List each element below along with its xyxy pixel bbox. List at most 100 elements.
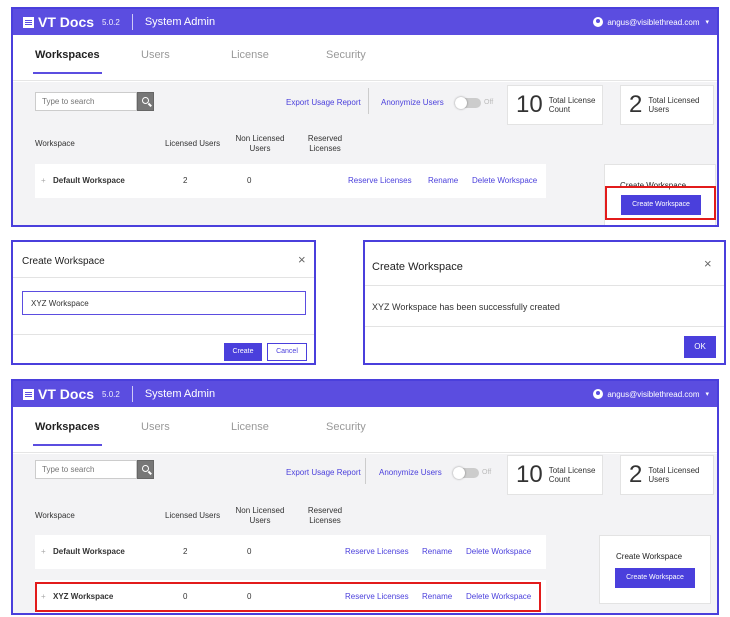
divider [131,14,133,30]
anonymize-users-label: Anonymize Users [379,468,442,477]
section-title: System Admin [144,16,216,28]
anonymize-users-label: Anonymize Users [381,98,444,107]
non-licensed-users-value: 0 [247,176,252,185]
export-usage-report-link[interactable]: Export Usage Report [286,468,361,477]
divider [368,88,369,114]
divider [131,386,133,402]
tab-license[interactable]: License [231,49,269,61]
divider [13,334,314,335]
cancel-button[interactable]: Cancel [267,343,307,361]
total-license-count-box: 10 Total License Count [507,85,603,125]
column-header-non-licensed-users: Non Licensed Users [235,506,285,525]
section-title: System Admin [144,388,216,400]
toggle-state-label: Off [484,99,494,106]
tab-license[interactable]: License [231,421,269,433]
total-license-count-value: 10 [516,461,543,488]
dialog-title: Create Workspace [372,261,463,273]
divider [13,277,314,278]
chevron-down-icon: ▾ [705,391,709,398]
user-email: angus@visiblethread.com [607,17,700,27]
highlight-box [35,582,541,612]
anonymize-toggle[interactable] [455,97,481,109]
tab-security[interactable]: Security [326,49,366,61]
column-header-licensed-users: Licensed Users [165,139,221,148]
table-row[interactable]: + Default Workspace 2 0 Reserve Licenses… [35,535,546,569]
tab-users[interactable]: Users [141,49,170,61]
close-icon[interactable]: × [298,252,306,267]
total-licensed-users-value: 2 [629,91,643,118]
reserve-licenses-link[interactable]: Reserve Licenses [348,176,412,185]
divider [365,326,724,327]
success-dialog: Create Workspace × XYZ Workspace has bee… [363,240,726,365]
close-icon[interactable]: × [704,256,712,271]
tab-users[interactable]: Users [141,421,170,433]
total-license-count-label: Total License Count [548,96,596,114]
reserve-licenses-link[interactable]: Reserve Licenses [345,547,409,556]
user-avatar-icon [593,389,604,399]
tab-bar: Workspaces Users License Security [13,407,717,453]
delete-workspace-link[interactable]: Delete Workspace [472,176,537,185]
tab-workspaces[interactable]: Workspaces [33,49,102,74]
non-licensed-users-value: 0 [247,547,252,556]
user-avatar-icon [593,17,604,27]
create-workspace-button[interactable]: Create Workspace [615,568,695,588]
total-license-count-box: 10 Total License Count [507,455,603,495]
search-input[interactable] [35,92,137,111]
toggle-state-label: Off [482,469,492,476]
create-workspace-dialog: Create Workspace × Create Cancel [11,240,316,365]
user-email: angus@visiblethread.com [607,389,700,399]
top-bar: VT Docs 5.0.2 System Admin angus@visible… [13,9,717,35]
total-licensed-users-label: Total Licensed Users [648,96,700,114]
user-menu[interactable]: angus@visiblethread.com ▾ [593,9,709,35]
licensed-users-value: 2 [183,547,188,556]
column-header-licensed-users: Licensed Users [165,511,221,520]
column-header-workspace: Workspace [35,511,75,520]
admin-panel-before: VT Docs 5.0.2 System Admin angus@visible… [11,7,719,227]
total-licensed-users-value: 2 [629,461,643,488]
column-header-reserved-licenses: Reserved Licenses [307,134,343,153]
rename-link[interactable]: Rename [428,176,458,185]
search-icon [142,465,149,472]
search-icon [142,97,149,104]
ok-button[interactable]: OK [684,336,716,358]
delete-workspace-link[interactable]: Delete Workspace [466,547,531,556]
expand-icon[interactable]: + [41,176,46,185]
document-icon [23,388,34,400]
workspace-name-input[interactable] [22,291,306,315]
workspace-name: Default Workspace [53,176,125,185]
export-usage-report-link[interactable]: Export Usage Report [286,98,361,107]
chevron-down-icon: ▾ [705,19,709,26]
success-message: XYZ Workspace has been successfully crea… [372,302,560,312]
expand-icon[interactable]: + [41,547,46,556]
user-menu[interactable]: angus@visiblethread.com ▾ [593,381,709,407]
tab-workspaces[interactable]: Workspaces [33,421,102,446]
highlight-box [605,186,716,220]
rename-link[interactable]: Rename [422,547,452,556]
total-licensed-users-box: 2 Total Licensed Users [620,85,714,125]
column-header-workspace: Workspace [35,139,75,148]
total-license-count-label: Total License Count [548,466,596,484]
table-row[interactable]: + Default Workspace 2 0 Reserve Licenses… [35,164,546,198]
workspaces-body: Export Usage Report Anonymize Users Off … [13,454,717,613]
divider [365,285,724,286]
total-licensed-users-box: 2 Total Licensed Users [620,455,714,495]
app-logo[interactable]: VT Docs 5.0.2 [23,386,120,402]
admin-panel-after: VT Docs 5.0.2 System Admin angus@visible… [11,379,719,615]
anonymize-toggle[interactable] [453,467,479,479]
app-name: VT Docs [38,14,95,30]
workspaces-body: Export Usage Report Anonymize Users Off … [13,82,717,225]
search-button[interactable] [137,92,154,111]
document-icon [23,16,34,28]
search-button[interactable] [137,460,154,479]
dialog-title: Create Workspace [22,256,105,267]
app-logo[interactable]: VT Docs 5.0.2 [23,14,120,30]
tab-bar: Workspaces Users License Security [13,35,717,81]
app-version: 5.0.2 [102,389,120,399]
tab-security[interactable]: Security [326,421,366,433]
search-input[interactable] [35,460,137,479]
top-bar: VT Docs 5.0.2 System Admin angus@visible… [13,381,717,407]
create-button[interactable]: Create [224,343,262,361]
total-licensed-users-label: Total Licensed Users [648,466,700,484]
column-header-reserved-licenses: Reserved Licenses [307,506,343,525]
licensed-users-value: 2 [183,176,188,185]
